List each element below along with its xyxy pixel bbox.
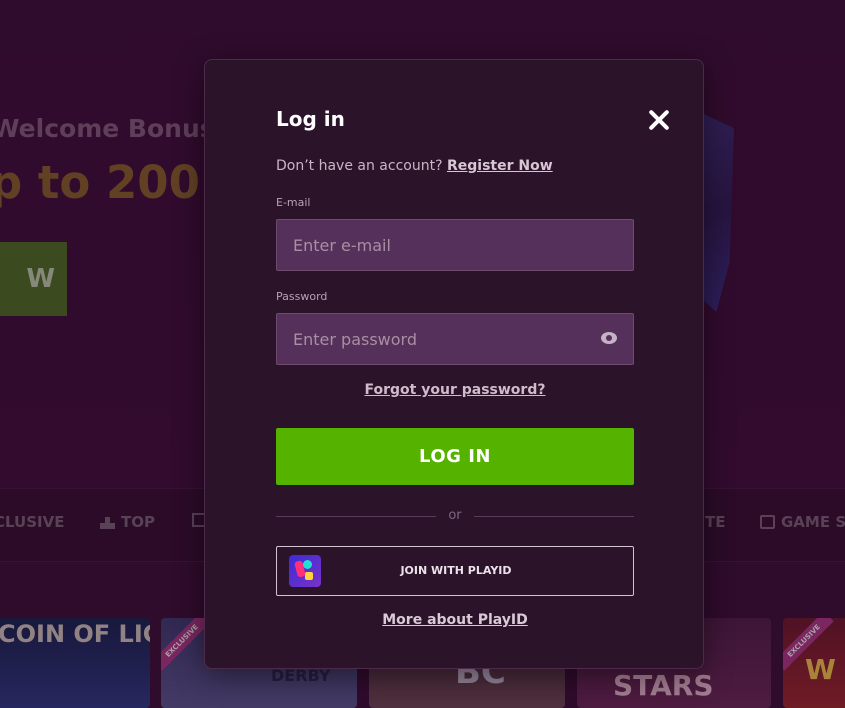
login-modal: Log in Don’t have an account? Register N… [204,59,704,669]
register-prompt: Don’t have an account? Register Now [276,158,553,174]
email-field[interactable] [276,219,634,271]
divider-line [474,516,634,517]
email-label: E-mail [276,196,311,209]
close-icon[interactable] [646,107,672,133]
password-field[interactable] [276,313,634,365]
forgot-password-link[interactable]: Forgot your password? [205,382,705,398]
password-label: Password [276,290,328,303]
eye-icon[interactable] [601,332,617,344]
register-prompt-text: Don’t have an account? [276,158,443,174]
login-button[interactable]: LOG IN [276,428,634,485]
modal-title: Log in [276,107,345,131]
more-about-playid-link[interactable]: More about PlayID [205,612,705,628]
playid-button-label: JOIN WITH PLAYID [400,564,512,577]
register-now-link[interactable]: Register Now [447,158,553,174]
join-with-playid-button[interactable]: JOIN WITH PLAYID [276,546,634,596]
